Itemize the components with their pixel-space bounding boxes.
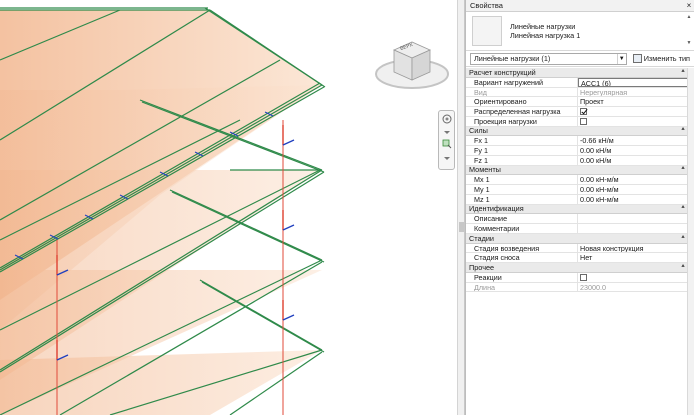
checkbox-unchecked[interactable] bbox=[580, 117, 587, 125]
property-label: Fz 1 bbox=[466, 155, 578, 165]
property-row: Стадия возведения Новая конструкция bbox=[466, 243, 688, 254]
viewport-scrollbar[interactable] bbox=[457, 0, 465, 415]
edit-type-label: Изменить тип bbox=[643, 54, 690, 63]
section-title: Идентификация bbox=[469, 204, 524, 214]
property-label: Mz 1 bbox=[466, 194, 578, 204]
scroll-down-icon[interactable]: ▼ bbox=[686, 40, 692, 46]
property-label: Стадия сноса bbox=[466, 253, 578, 262]
type-selector-scroll[interactable]: ▲ ▼ bbox=[686, 14, 692, 48]
properties-grid: Расчет конструкций ⯅ Вариант нагружений ACC… bbox=[466, 68, 688, 293]
property-value[interactable]: 0.00 кН/м bbox=[578, 146, 688, 155]
instance-filter-value: Линейные нагрузки (1) bbox=[474, 54, 551, 63]
section-header[interactable]: Прочее ⯅ bbox=[466, 263, 688, 273]
steering-wheel-icon[interactable] bbox=[441, 114, 453, 124]
panel-title-bar: Свойства × bbox=[466, 0, 694, 12]
section-header[interactable]: Стадии ⯅ bbox=[466, 234, 688, 244]
property-value[interactable] bbox=[578, 214, 688, 223]
property-row: Вариант нагружений ACC1 (6) bbox=[466, 77, 688, 88]
property-row: Стадия сноса Нет bbox=[466, 253, 688, 263]
property-label: Описание bbox=[466, 214, 578, 223]
property-value[interactable]: 0.00 кН-м/м bbox=[578, 195, 688, 204]
property-label: My 1 bbox=[466, 185, 578, 194]
property-value[interactable] bbox=[578, 224, 688, 233]
property-label: Комментарии bbox=[466, 224, 578, 233]
property-row: Описание bbox=[466, 214, 688, 224]
viewport-scroll-thumb[interactable] bbox=[459, 222, 464, 232]
section-title: Прочее bbox=[469, 262, 495, 272]
property-value: Нерегулярная bbox=[580, 87, 628, 97]
instance-selector-row: Линейные нагрузки (1) ▼ Изменить тип bbox=[466, 51, 694, 67]
property-value[interactable]: Проект bbox=[578, 97, 688, 106]
property-checkbox-cell[interactable] bbox=[578, 107, 688, 116]
3d-viewport[interactable]: ВЕРХ bbox=[0, 0, 457, 415]
instance-filter-dropdown[interactable]: Линейные нагрузки (1) ▼ bbox=[470, 52, 627, 65]
nav-dropdown-icon[interactable] bbox=[441, 127, 453, 137]
scroll-up-icon[interactable]: ▲ bbox=[686, 14, 692, 20]
property-value[interactable]: Новая конструкция bbox=[578, 244, 688, 253]
property-label: Ориентировано bbox=[466, 97, 578, 106]
property-label: Реакции bbox=[466, 272, 578, 282]
checkbox-unchecked[interactable] bbox=[580, 273, 587, 281]
zoom-dropdown-icon[interactable] bbox=[441, 153, 453, 163]
edit-type-button[interactable]: Изменить тип bbox=[631, 53, 692, 65]
checkbox-checked[interactable] bbox=[580, 108, 587, 115]
property-label: Распределенная нагрузка bbox=[466, 107, 578, 116]
type-name: Линейная нагрузка 1 bbox=[510, 31, 581, 40]
property-checkbox-cell[interactable] bbox=[578, 117, 688, 126]
property-row: Проекция нагрузки bbox=[466, 116, 688, 127]
properties-scrollbar[interactable] bbox=[687, 68, 694, 415]
properties-panel: Свойства × Линейные нагрузки Линейная на… bbox=[465, 0, 694, 415]
property-row: Комментарии bbox=[466, 224, 688, 234]
property-value[interactable]: 0.00 кН/м bbox=[578, 156, 688, 165]
section-title: Силы bbox=[469, 126, 488, 136]
panel-title: Свойства bbox=[470, 0, 503, 10]
property-row: Реакции bbox=[466, 272, 688, 283]
property-label: Проекция нагрузки bbox=[466, 116, 578, 126]
section-header[interactable]: Моменты ⯅ bbox=[466, 165, 688, 176]
section-title: Стадии bbox=[469, 233, 494, 243]
section-header[interactable]: Силы ⯅ bbox=[466, 126, 688, 137]
property-label: Mx 1 bbox=[466, 175, 578, 184]
property-label: Вариант нагружений bbox=[466, 77, 578, 87]
property-value: 23000.0 bbox=[580, 282, 606, 292]
property-label: Длина bbox=[466, 282, 578, 292]
property-label: Стадия возведения bbox=[466, 243, 578, 253]
section-header[interactable]: Идентификация ⯅ bbox=[466, 204, 688, 215]
section-title: Моменты bbox=[469, 165, 501, 175]
close-icon[interactable]: × bbox=[684, 0, 694, 12]
section-title: Расчет конструкций bbox=[469, 67, 536, 77]
type-preview-image bbox=[472, 16, 502, 46]
zoom-window-icon[interactable] bbox=[441, 139, 453, 149]
property-row: Mz 1 0.00 кН-м/м bbox=[466, 194, 688, 205]
property-value[interactable]: 0.00 кН-м/м bbox=[578, 175, 688, 184]
section-header[interactable]: Расчет конструкций ⯅ bbox=[466, 68, 688, 78]
property-value[interactable]: -0.66 кН/м bbox=[578, 136, 688, 145]
property-row: Ориентировано Проект bbox=[466, 97, 688, 107]
property-row: Fz 1 0.00 кН/м bbox=[466, 155, 688, 166]
viewcube[interactable]: ВЕРХ bbox=[372, 36, 452, 96]
property-row: My 1 0.00 кН-м/м bbox=[466, 185, 688, 195]
property-row: Fy 1 0.00 кН/м bbox=[466, 146, 688, 156]
property-label: Fx 1 bbox=[466, 136, 578, 145]
property-row: Распределенная нагрузка bbox=[466, 107, 688, 117]
property-value[interactable]: Нет bbox=[578, 253, 688, 262]
floor-slabs bbox=[0, 10, 322, 415]
edit-type-icon bbox=[632, 54, 642, 63]
property-row: Mx 1 0.00 кН-м/м bbox=[466, 175, 688, 185]
property-label: Fy 1 bbox=[466, 146, 578, 155]
chevron-down-icon[interactable]: ▼ bbox=[616, 53, 626, 64]
property-checkbox-cell[interactable] bbox=[578, 273, 688, 282]
navigation-bar[interactable] bbox=[438, 110, 455, 170]
property-value[interactable]: 0.00 кН-м/м bbox=[578, 185, 688, 194]
type-family-name: Линейные нагрузки bbox=[510, 22, 576, 31]
type-selector[interactable]: Линейные нагрузки Линейная нагрузка 1 ▲ … bbox=[466, 12, 694, 51]
property-row: Длина 23000.0 bbox=[466, 282, 688, 293]
property-label: Вид bbox=[466, 87, 578, 97]
property-row: Fx 1 -0.66 кН/м bbox=[466, 136, 688, 146]
property-row: Вид Нерегулярная bbox=[466, 87, 688, 98]
property-value[interactable]: ACC1 (6) bbox=[578, 77, 688, 87]
